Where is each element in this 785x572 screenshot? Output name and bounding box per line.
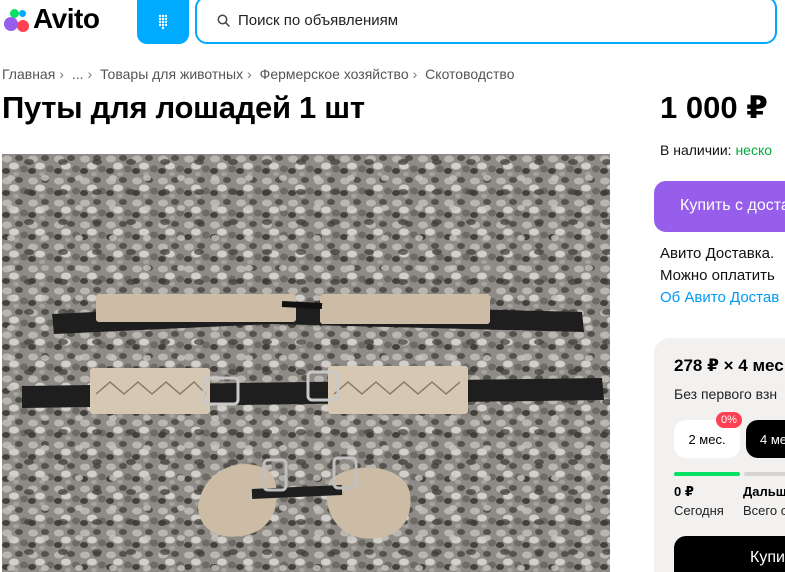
search-placeholder: Поиск по объявлениям [238, 11, 399, 29]
search-input[interactable]: Поиск по объявлениям [195, 0, 777, 44]
product-image [2, 154, 610, 572]
listing-price: 1 000 ₽ [660, 90, 768, 125]
breadcrumb-farming[interactable]: Фермерское хозяйство [260, 66, 409, 82]
breadcrumb-pet-goods[interactable]: Товары для животных [100, 66, 243, 82]
breadcrumb: Главная › ... › Товары для животных › Ферме… [2, 66, 515, 82]
avito-logo-icon [2, 4, 32, 34]
step-today-label: Сегодня [674, 503, 724, 518]
stock-label: В наличии: [660, 142, 732, 158]
step-later-title: Дальш [743, 484, 785, 499]
breadcrumb-livestock[interactable]: Скотоводство [425, 66, 514, 82]
buy-with-delivery-button[interactable]: Купить с доста [654, 181, 785, 232]
avito-logo-text: Avito [33, 3, 100, 34]
categories-button[interactable] [137, 0, 189, 44]
delivery-info-title: Авито Доставка. [660, 245, 775, 262]
page-title: Путы для лошадей 1 шт [2, 90, 365, 125]
search-icon [217, 14, 230, 27]
term-option-4-months[interactable]: 4 ме [746, 420, 785, 458]
stock-value: неско [735, 142, 773, 158]
delivery-info-text: Можно оплатить [660, 267, 775, 284]
installment-buy-button[interactable]: Купит [674, 536, 785, 572]
breadcrumb-home[interactable]: Главная [2, 66, 55, 82]
dots-grid-icon [158, 14, 168, 30]
listing-photo[interactable] [2, 154, 610, 572]
zero-percent-badge: 0% [716, 412, 742, 428]
step-later-label: Всего с [743, 503, 785, 518]
payment-progress-remaining [744, 472, 785, 476]
step-today-amount: 0 ₽ [674, 484, 694, 499]
installment-subtitle: Без первого взн [674, 386, 778, 402]
payment-progress-paid [674, 472, 740, 476]
stock-status: В наличии: неско [660, 142, 772, 158]
installment-card: 278 ₽ × 4 мес Без первого взн 2 мес. 0% … [654, 338, 785, 572]
avito-logo[interactable]: Avito [2, 3, 100, 34]
breadcrumb-collapsed[interactable]: ... [72, 66, 84, 82]
avito-delivery-link[interactable]: Об Авито Достав [660, 289, 779, 306]
installment-sum: 278 ₽ × 4 мес [674, 356, 784, 375]
